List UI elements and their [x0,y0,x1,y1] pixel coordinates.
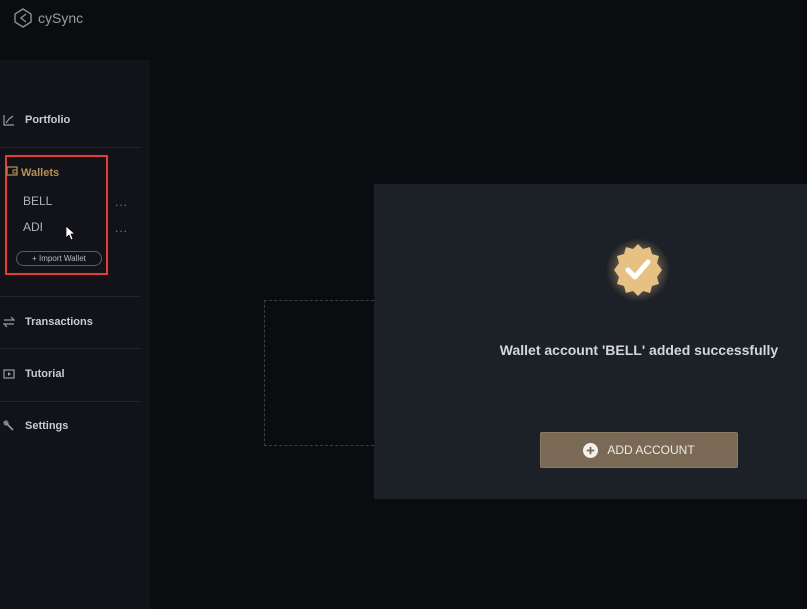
divider [0,296,140,297]
chart-line-icon [2,113,16,127]
import-wallet-button[interactable]: + Import Wallet [16,251,102,266]
arrows-exchange-icon [2,315,16,329]
wallet-item-adi[interactable]: ADI [23,220,43,234]
divider [0,401,140,402]
add-account-label: ADD ACCOUNT [607,443,695,457]
wallet-item-bell[interactable]: BELL [23,194,52,208]
play-icon [2,367,16,381]
sidebar-item-label: Transactions [25,316,93,328]
add-account-button[interactable]: ADD ACCOUNT [540,432,738,468]
cysync-logo-icon [14,8,32,28]
success-modal: Wallet account 'BELL' added successfully… [374,184,807,499]
title-bar: cySync [0,0,807,40]
success-check-badge-icon [606,238,670,302]
success-message: Wallet account 'BELL' added successfully [499,342,779,358]
sidebar-item-transactions[interactable]: Transactions [0,309,140,335]
app-title: cySync [38,10,84,26]
wallet-icon [6,164,18,182]
sidebar-item-wallets[interactable]: Wallets [0,163,100,183]
sidebar-item-label: Settings [25,420,69,432]
sidebar-item-portfolio[interactable]: Portfolio [0,107,140,133]
wallet-bell-more-icon[interactable]: ... [115,195,128,209]
sidebar-item-label: Portfolio [25,114,71,126]
sidebar-item-label: Tutorial [25,368,65,380]
dashed-placeholder [264,300,384,446]
sidebar-item-label: Wallets [21,167,60,179]
sidebar-item-settings[interactable]: Settings [0,413,140,439]
divider [0,147,140,148]
divider [0,348,140,349]
sidebar-item-tutorial[interactable]: Tutorial [0,361,140,387]
wallet-adi-more-icon[interactable]: ... [115,221,128,235]
plus-circle-icon [583,442,599,458]
wrench-icon [2,419,16,433]
mouse-cursor-icon [66,226,76,241]
